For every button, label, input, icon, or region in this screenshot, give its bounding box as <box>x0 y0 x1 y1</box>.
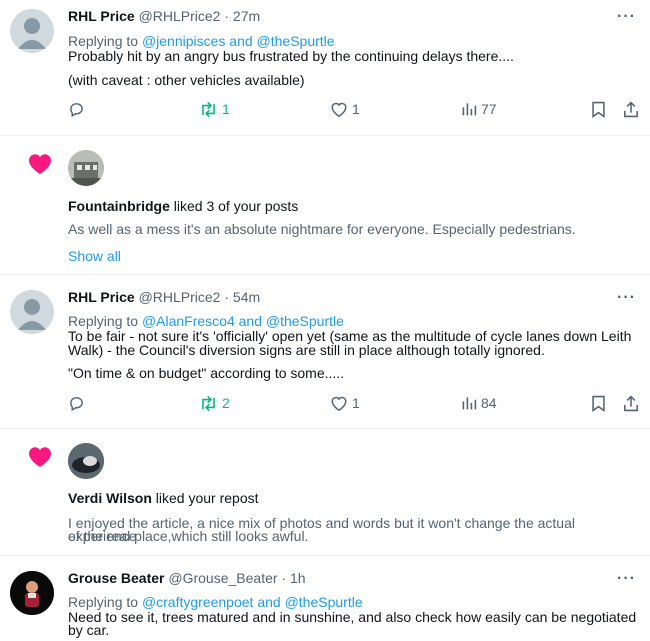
bookmark-button[interactable] <box>591 99 606 119</box>
retweet-count: 1 <box>222 101 230 117</box>
heart-notification-icon <box>28 447 52 467</box>
notification-text: Fountainbridge liked 3 of your posts <box>68 198 298 214</box>
reply-icon <box>70 396 83 411</box>
author-name[interactable]: Grouse Beater <box>68 570 164 586</box>
tweet-text-line-2: Walk) - the Council's diversion signs ar… <box>68 342 545 358</box>
replying-prefix: Replying to <box>68 33 142 49</box>
share-icon <box>624 100 638 117</box>
author-handle[interactable]: @RHLPrice2 <box>139 8 221 24</box>
replying-prefix: Replying to <box>68 594 142 610</box>
tweet-header: RHL Price @RHLPrice2 · 54m <box>68 288 260 306</box>
tweet-text-line-3: "On time & on budget" according to some.… <box>68 365 345 381</box>
more-icon[interactable]: ··· <box>617 570 636 588</box>
author-name[interactable]: RHL Price <box>68 8 135 24</box>
like-icon <box>331 396 347 411</box>
tweet-text-line-1: Probably hit by an angry bus frustrated … <box>68 48 514 64</box>
views-button[interactable]: 84 <box>461 393 497 413</box>
reply-button[interactable] <box>68 99 85 119</box>
views-icon <box>462 397 477 410</box>
liker-name[interactable]: Fountainbridge <box>68 198 170 214</box>
tweet-2[interactable]: RHL Price @RHLPrice2 · 54m ··· Replying … <box>0 275 650 429</box>
share-button[interactable] <box>623 99 639 119</box>
views-button[interactable]: 77 <box>461 99 497 119</box>
share-icon <box>624 394 638 411</box>
tweet-text-line-1: Need to see it, trees matured and in sun… <box>68 609 637 625</box>
liker-name[interactable]: Verdi Wilson <box>68 490 152 506</box>
replying-to-link[interactable]: @AlanFresco4 and @theSpurtle <box>142 313 344 329</box>
retweet-button[interactable]: 1 <box>199 99 230 119</box>
views-icon <box>462 103 477 116</box>
like-action: liked your repost <box>151 490 259 506</box>
author-handle[interactable]: @RHLPrice2 <box>139 289 221 305</box>
tweet-text-line-2: (with caveat : other vehicles available) <box>68 72 305 88</box>
replying-to: Replying to @jennipisces and @theSpurtle <box>68 33 335 49</box>
more-icon[interactable]: ··· <box>617 289 636 307</box>
author-handle[interactable]: @Grouse_Beater <box>168 570 277 586</box>
separator: · <box>220 8 233 24</box>
replying-to: Replying to @craftygreenpoet and @theSpu… <box>68 594 363 610</box>
tweet-time[interactable]: 27m <box>233 8 260 24</box>
like-icon <box>331 102 347 117</box>
replying-to: Replying to @AlanFresco4 and @theSpurtle <box>68 313 344 329</box>
notification-quote-line-2[interactable]: of the real place,which still looks awfu… <box>68 529 643 543</box>
tweet-1[interactable]: RHL Price @RHLPrice2 · 27m ··· Replying … <box>0 0 650 136</box>
author-name[interactable]: RHL Price <box>68 289 135 305</box>
like-button[interactable]: 1 <box>330 99 360 119</box>
avatar-grouse-beater[interactable] <box>10 571 54 615</box>
replying-to-link[interactable]: @jennipisces and @theSpurtle <box>142 33 335 49</box>
separator: · <box>277 570 290 586</box>
show-all-link[interactable]: Show all <box>68 248 121 264</box>
like-button[interactable]: 1 <box>330 393 360 413</box>
retweet-button[interactable]: 2 <box>199 393 230 413</box>
notification-quote[interactable]: As well as a mess it's an absolute night… <box>68 222 643 236</box>
like-count: 1 <box>352 395 360 411</box>
bookmark-icon <box>592 395 605 412</box>
bookmark-icon <box>592 101 605 118</box>
share-button[interactable] <box>623 393 639 413</box>
avatar-fountainbridge[interactable] <box>68 150 104 186</box>
views-count: 84 <box>481 395 497 411</box>
reply-icon <box>70 102 83 117</box>
tweet-header: Grouse Beater @Grouse_Beater · 1h <box>68 569 306 587</box>
notification-like-2[interactable]: Verdi Wilson liked your repost I enjoyed… <box>0 429 650 556</box>
tweet-time[interactable]: 54m <box>233 289 260 305</box>
tweet-header: RHL Price @RHLPrice2 · 27m <box>68 7 260 25</box>
more-icon[interactable]: ··· <box>617 8 636 26</box>
tweet-3[interactable]: Grouse Beater @Grouse_Beater · 1h ··· Re… <box>0 556 650 641</box>
tweet-text-line-2: by car. <box>68 622 110 638</box>
retweet-icon <box>202 395 215 411</box>
reply-button[interactable] <box>68 393 85 413</box>
separator: · <box>220 289 233 305</box>
heart-notification-icon <box>28 154 52 174</box>
avatar-rhl-price[interactable] <box>10 9 54 53</box>
notification-like-1[interactable]: Fountainbridge liked 3 of your posts As … <box>0 136 650 275</box>
avatar-rhl-price[interactable] <box>10 290 54 334</box>
like-action: liked 3 of your posts <box>169 198 299 214</box>
tweet-actions: 1 1 77 <box>68 99 640 119</box>
retweet-icon <box>202 101 215 117</box>
tweet-text-line-1: To be fair - not sure it's 'officially' … <box>68 328 632 344</box>
replying-prefix: Replying to <box>68 313 142 329</box>
replying-to-link[interactable]: @craftygreenpoet and @theSpurtle <box>142 594 363 610</box>
avatar-verdi-wilson[interactable] <box>68 443 104 479</box>
tweet-actions: 2 1 84 <box>68 393 640 413</box>
retweet-count: 2 <box>222 395 230 411</box>
tweet-time[interactable]: 1h <box>290 570 306 586</box>
views-count: 77 <box>481 101 497 117</box>
bookmark-button[interactable] <box>591 393 606 413</box>
like-count: 1 <box>352 101 360 117</box>
notification-text: Verdi Wilson liked your repost <box>68 490 259 506</box>
